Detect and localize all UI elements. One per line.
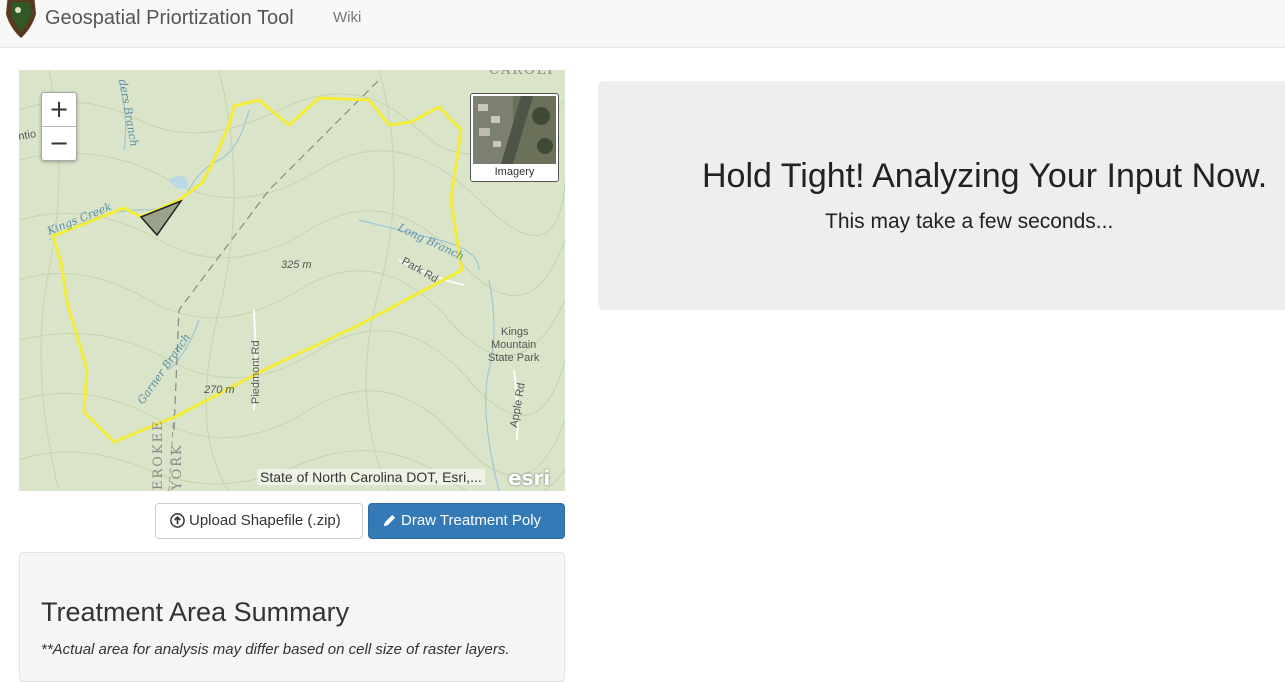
map-label-kings-mountain-2: Mountain	[491, 339, 536, 351]
zoom-out-button[interactable]: −	[42, 127, 76, 160]
map-label-kings-mountain-1: Kings	[501, 326, 529, 338]
basemap-toggle-label: Imagery	[471, 164, 558, 181]
zoom-in-button[interactable]: +	[42, 93, 76, 127]
map-label-carolina: CAROLI	[489, 70, 555, 78]
summary-note: **Actual area for analysis may differ ba…	[41, 641, 510, 658]
map-view[interactable]: Kings Creek Long Branch Garner Branch de…	[19, 70, 565, 491]
map-label-kings-mountain-3: State Park	[488, 352, 540, 364]
satellite-thumbnail-icon	[473, 96, 556, 164]
upload-shapefile-button[interactable]: Upload Shapefile (.zip)	[155, 503, 363, 539]
loading-title: Hold Tight! Analyzing Your Input Now.	[702, 157, 1268, 195]
summary-title: Treatment Area Summary	[41, 597, 350, 627]
nav-link-wiki[interactable]: Wiki	[333, 9, 361, 26]
upload-circle-icon	[170, 513, 185, 528]
loading-subtitle: This may take a few seconds...	[825, 210, 1114, 233]
draw-treatment-poly-button[interactable]: Draw Treatment Poly	[368, 503, 565, 539]
analysis-loading-panel: Hold Tight! Analyzing Your Input Now. Th…	[598, 81, 1285, 310]
upload-shapefile-label: Upload Shapefile (.zip)	[189, 512, 341, 529]
map-label-piedmont-rd: Piedmont Rd	[250, 340, 262, 404]
pencil-icon	[383, 514, 396, 527]
map-label-york: YORK	[170, 443, 185, 491]
nps-arrowhead-logo-icon	[6, 0, 36, 38]
draw-treatment-poly-label: Draw Treatment Poly	[401, 512, 542, 529]
navbar: Geospatial Priortization Tool Wiki	[0, 0, 1285, 48]
app-title[interactable]: Geospatial Priortization Tool	[45, 7, 294, 30]
map-label-cherokee: EROKEE	[151, 419, 166, 490]
map-label-elev-325: 325 m	[281, 259, 312, 271]
basemap-toggle-button[interactable]: Imagery	[470, 93, 559, 182]
map-attribution: State of North Carolina DOT, Esri,...	[257, 469, 485, 485]
esri-logo: esri	[508, 466, 551, 490]
zoom-control: + −	[41, 92, 77, 161]
map-label-elev-270: 270 m	[203, 384, 235, 396]
treatment-area-summary-panel: Treatment Area Summary **Actual area for…	[19, 552, 565, 682]
